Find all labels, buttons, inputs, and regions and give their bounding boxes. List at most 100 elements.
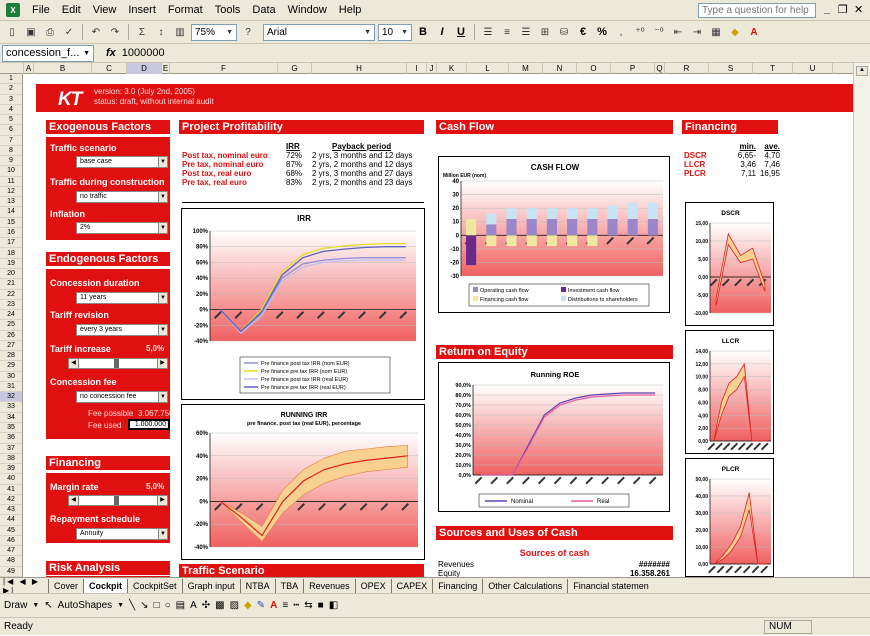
menu-insert[interactable]: Insert [122,4,162,16]
print-icon[interactable]: ⎙ [42,24,58,40]
help-search-input[interactable]: Type a question for help [698,3,816,18]
font-size-select[interactable]: 10 ▼ [378,23,412,41]
row-header[interactable]: 26 [0,331,22,341]
row-header[interactable]: 16 [0,228,22,239]
row-header[interactable]: 3 [0,95,22,105]
column-header[interactable]: M [509,63,543,74]
decrease-indent-icon[interactable]: ⇤ [670,24,686,40]
tab-ntba[interactable]: NTBA [239,578,275,593]
row-header[interactable]: 11 [0,177,22,187]
tab-tba[interactable]: TBA [274,578,304,593]
tab-opex[interactable]: OPEX [354,578,391,593]
fill-color-icon[interactable]: ◆ [244,600,252,611]
close-icon[interactable]: ✕ [854,3,863,16]
borders-icon[interactable]: ▦ [708,24,724,40]
line-style-icon[interactable]: ≡ [282,600,288,611]
inflation-select[interactable]: 2% ▼ [76,222,168,234]
bold-button[interactable]: B [415,26,431,38]
currency-style-icon[interactable]: ⛁ [556,24,572,40]
tab-cockpitset[interactable]: CockpitSet [127,578,182,593]
row-header[interactable]: 20 [0,269,22,280]
oval-icon[interactable]: ○ [165,600,171,611]
row-header[interactable]: 42 [0,495,22,506]
row-header[interactable]: 24 [0,310,22,321]
tab-revenues[interactable]: Revenues [303,578,355,593]
sort-icon[interactable]: ↕ [153,24,169,40]
percent-button[interactable]: % [594,26,610,38]
row-header[interactable]: 32 [0,392,22,403]
row-header[interactable]: 37 [0,444,22,454]
zoom-select[interactable]: 75% ▼ [191,23,237,41]
row-header[interactable]: 39 [0,464,22,475]
tab-financing[interactable]: Financing [432,578,482,593]
llcr-chart[interactable]: LLCR 14,00 12,00 10,00 8,00 6,00 4,00 2,00 0,00 [685,330,774,454]
cash-flow-chart[interactable]: CASH FLOW Million EUR (nom) 40 30 20 10 0 -10 -2… [438,156,670,313]
fee-used-cell[interactable]: 1.000.000 [128,419,170,430]
row-header[interactable]: 28 [0,351,22,362]
row-header[interactable]: 30 [0,372,22,382]
diagram-icon[interactable]: ✣ [202,600,210,611]
line-icon[interactable]: ╲ [129,600,135,611]
autoshapes-menu[interactable]: AutoShapes [58,600,113,611]
column-header[interactable]: J [427,63,437,74]
tariff-increase-slider[interactable]: ◀ ▶ [68,358,168,369]
column-header[interactable]: L [467,63,509,74]
save-icon[interactable]: ▣ [23,24,39,40]
underline-button[interactable]: U [453,26,469,38]
row-header[interactable]: 41 [0,485,22,495]
tab-cockpit[interactable]: Cockpit [83,578,128,593]
font-color-icon[interactable]: A [270,600,277,611]
worksheet-grid[interactable]: KT version: 3.0 (July 2nd, 2005) status:… [24,74,870,577]
undo-icon[interactable]: ↶ [88,24,104,40]
new-icon[interactable]: ▯ [4,24,20,40]
row-header[interactable]: 4 [0,105,22,116]
row-header[interactable]: 6 [0,125,22,136]
row-header[interactable]: 21 [0,279,22,290]
name-box[interactable]: concession_f... ▼ [2,44,94,62]
row-header[interactable]: 14 [0,207,22,218]
scroll-up-icon[interactable]: ▲ [856,66,868,76]
arrow-style-icon[interactable]: ⇆ [304,600,312,611]
column-header[interactable]: G [278,63,312,74]
tab-cover[interactable]: Cover [48,578,83,593]
select-objects-icon[interactable]: ↖ [44,600,52,611]
line-color-icon[interactable]: ✎ [257,600,265,611]
row-header[interactable]: 22 [0,290,22,300]
column-header[interactable]: D [127,63,162,74]
column-header[interactable]: C [92,63,127,74]
running-irr-chart[interactable]: RUNNING IRR pre finance, post tax (real E… [181,404,425,560]
rectangle-icon[interactable]: □ [154,600,160,611]
tab-financial-statements[interactable]: Financial statemen [567,578,654,593]
row-header[interactable]: 15 [0,218,22,228]
row-header[interactable]: 7 [0,136,22,146]
dash-style-icon[interactable]: ┅ [293,600,299,611]
column-header[interactable]: I [407,63,427,74]
tab-graph-input[interactable]: Graph input [181,578,240,593]
traffic-construction-select[interactable]: no traffic ▼ [76,191,168,203]
roe-chart[interactable]: Running ROE 90,0% 80,0% 70,0% 60,0% 50,0% 40,0… [438,362,670,512]
tab-capex[interactable]: CAPEX [390,578,433,593]
help-icon[interactable]: ? [240,24,256,40]
column-header[interactable]: A [24,63,34,74]
row-header[interactable]: 10 [0,166,22,177]
row-header[interactable]: 12 [0,187,22,198]
increase-decimal-icon[interactable]: ⁺⁰ [632,24,648,40]
row-header[interactable]: 9 [0,156,22,167]
plcr-chart[interactable]: PLCR 50,00 40,00 30,00 20,00 10,00 0,00 [685,458,774,577]
redo-icon[interactable]: ↷ [107,24,123,40]
column-header[interactable]: O [577,63,611,74]
row-header[interactable]: 1 [0,74,22,85]
row-header[interactable]: 34 [0,413,22,423]
row-header[interactable]: 33 [0,402,22,413]
row-header[interactable]: 18 [0,249,22,259]
fill-color-icon[interactable]: ◆ [727,24,743,40]
menu-edit[interactable]: Edit [56,4,87,16]
row-header[interactable]: 8 [0,146,22,157]
row-header[interactable]: 38 [0,454,22,465]
column-header[interactable]: F [170,63,278,74]
formula-input[interactable]: 1000000 [122,47,165,59]
row-header[interactable]: 27 [0,341,22,352]
row-header[interactable]: 43 [0,505,22,516]
column-header[interactable]: K [437,63,467,74]
spellcheck-icon[interactable]: ✓ [61,24,77,40]
